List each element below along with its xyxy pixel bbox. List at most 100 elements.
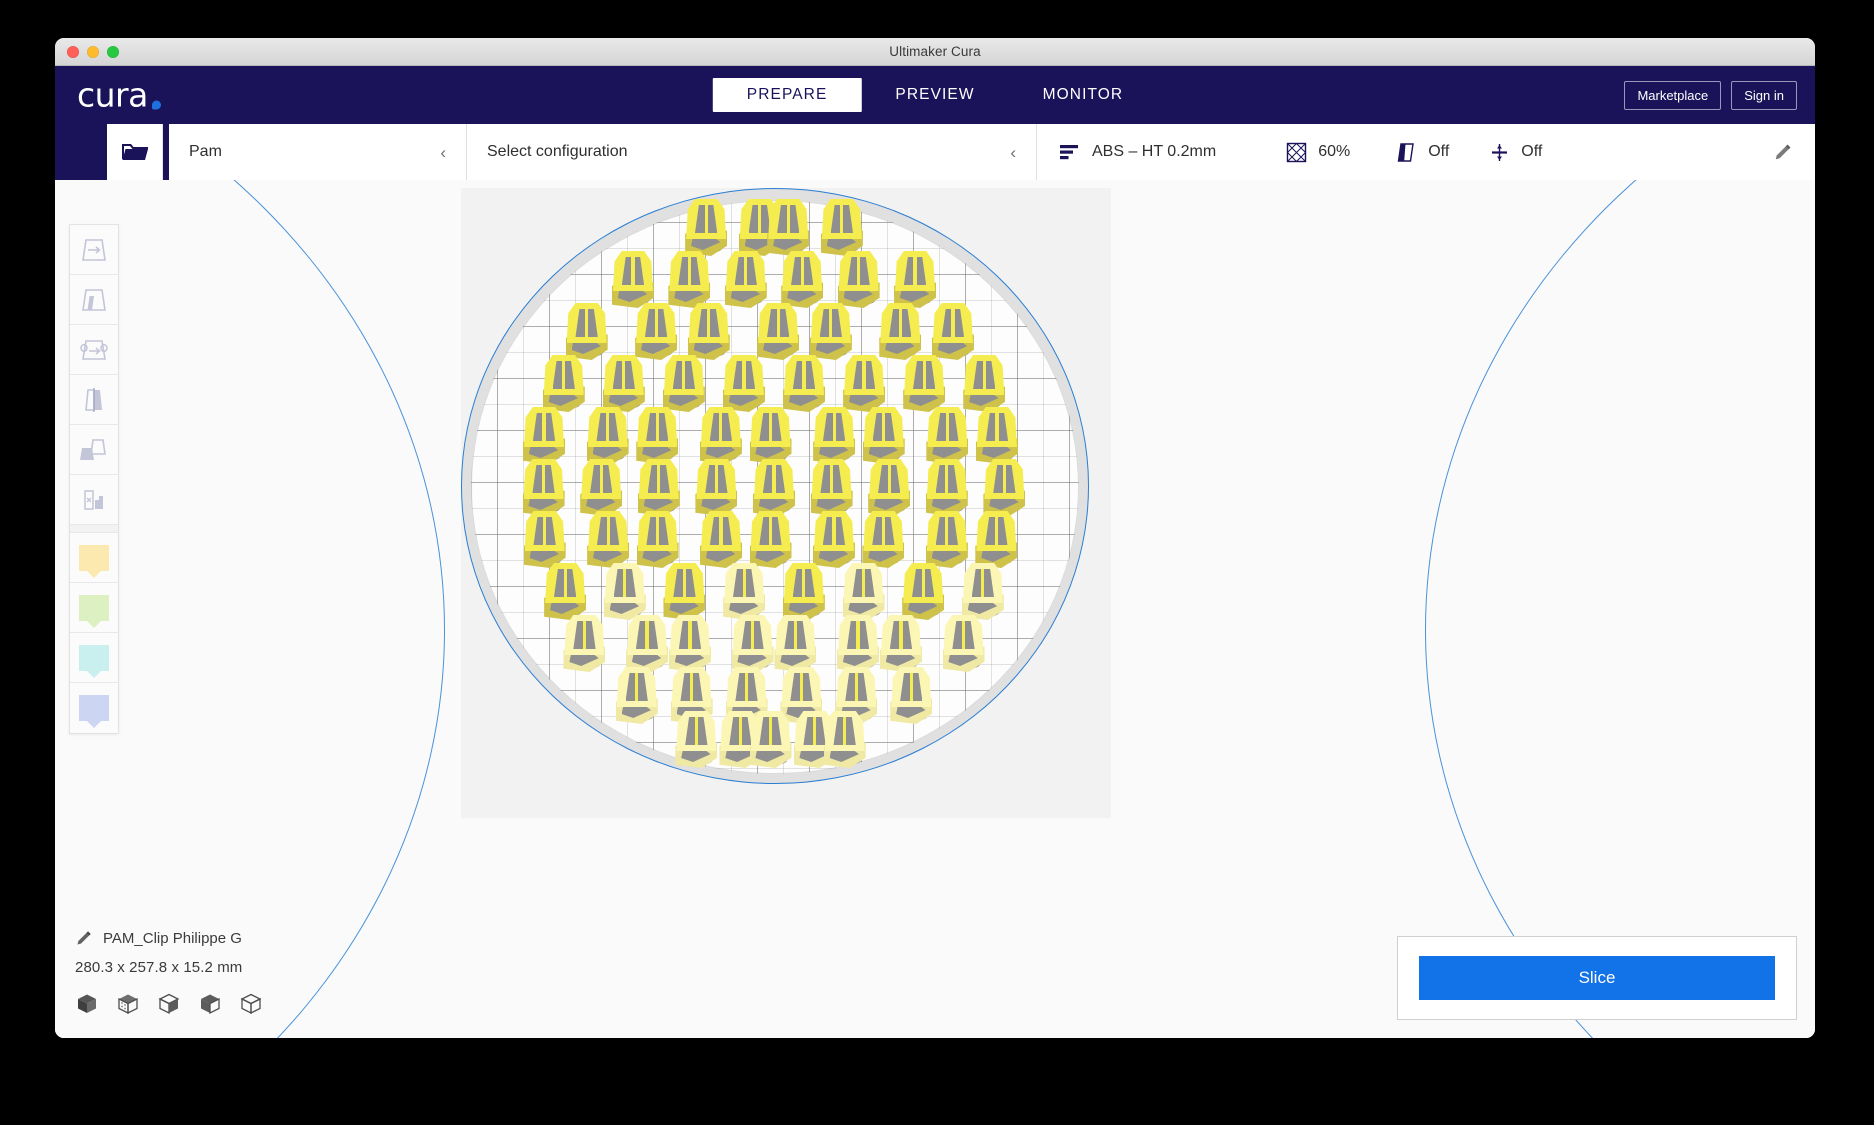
model-clip[interactable]	[837, 251, 883, 309]
model-clip[interactable]	[542, 355, 588, 413]
model-clip[interactable]	[522, 459, 568, 517]
model-clip[interactable]	[674, 711, 720, 769]
tab-monitor[interactable]: MONITOR	[1009, 78, 1158, 112]
window-controls[interactable]	[67, 38, 119, 66]
printer-selector[interactable]: Pam ‹	[169, 124, 467, 180]
model-clip[interactable]	[961, 563, 1007, 621]
model-clip[interactable]	[925, 407, 971, 465]
maximize-window-button[interactable]	[107, 46, 119, 58]
model-clip[interactable]	[879, 615, 925, 673]
minimize-window-button[interactable]	[87, 46, 99, 58]
layer-view-button[interactable]	[157, 992, 181, 1016]
model-clip[interactable]	[602, 355, 648, 413]
model-clip[interactable]	[962, 355, 1008, 413]
model-clip[interactable]	[842, 355, 888, 413]
model-clip[interactable]	[749, 407, 795, 465]
support-setting[interactable]: Off	[1396, 142, 1449, 163]
close-window-button[interactable]	[67, 46, 79, 58]
model-clip[interactable]	[586, 511, 632, 569]
model-clip[interactable]	[722, 355, 768, 413]
open-file-button[interactable]	[107, 124, 163, 180]
model-clip[interactable]	[579, 459, 625, 517]
model-clip[interactable]	[634, 303, 680, 361]
model-clip[interactable]	[925, 511, 971, 569]
model-clip[interactable]	[942, 615, 988, 673]
model-clip[interactable]	[931, 303, 977, 361]
model-clip[interactable]	[889, 667, 935, 725]
model-clip[interactable]	[782, 563, 828, 621]
model-clip[interactable]	[749, 511, 795, 569]
model-clip[interactable]	[878, 303, 924, 361]
tab-preview[interactable]: PREVIEW	[861, 78, 1008, 112]
3d-viewport[interactable]	[55, 180, 1815, 1038]
model-clip[interactable]	[668, 615, 714, 673]
model-clip[interactable]	[637, 459, 683, 517]
model-clip[interactable]	[893, 251, 939, 309]
extruder-badge-4[interactable]: 4	[70, 683, 118, 733]
configuration-selector[interactable]: Select configuration ‹	[467, 124, 1037, 180]
model-clip[interactable]	[625, 615, 671, 673]
extruder-badge-2[interactable]: 2	[70, 583, 118, 633]
model-clip[interactable]	[756, 303, 802, 361]
model-clip[interactable]	[636, 511, 682, 569]
extruder-badge-3[interactable]: 3	[70, 633, 118, 683]
model-clip[interactable]	[687, 303, 733, 361]
model-clip[interactable]	[823, 711, 869, 769]
move-tool-button[interactable]	[70, 225, 118, 275]
model-clip[interactable]	[861, 511, 907, 569]
model-clip[interactable]	[809, 303, 855, 361]
extruder-badge-1[interactable]: 1	[70, 533, 118, 583]
model-clip[interactable]	[694, 459, 740, 517]
model-clip[interactable]	[586, 407, 632, 465]
mirror-tool-button[interactable]	[70, 375, 118, 425]
per-model-settings-tool-button[interactable]	[70, 425, 118, 475]
model-clip[interactable]	[731, 615, 777, 673]
model-clip[interactable]	[867, 459, 913, 517]
scale-tool-button[interactable]	[70, 275, 118, 325]
model-clip[interactable]	[699, 407, 745, 465]
model-clip[interactable]	[901, 563, 947, 621]
model-clip[interactable]	[749, 711, 795, 769]
print-settings-selector[interactable]: ABS – HT 0.2mm 60% Off	[1037, 124, 1815, 180]
support-blocker-tool-button[interactable]	[70, 475, 118, 525]
model-clip[interactable]	[982, 459, 1028, 517]
model-clip[interactable]	[925, 459, 971, 517]
sign-in-button[interactable]: Sign in	[1731, 81, 1797, 110]
object-name-row[interactable]: PAM_Clip Philippe G	[75, 929, 363, 947]
tab-prepare[interactable]: PREPARE	[713, 78, 862, 112]
profile-setting[interactable]: ABS – HT 0.2mm	[1059, 143, 1216, 161]
model-clip[interactable]	[615, 667, 661, 725]
slice-button[interactable]: Slice	[1419, 956, 1775, 1000]
adhesion-setting[interactable]: Off	[1489, 142, 1542, 163]
material-view-button[interactable]	[198, 992, 222, 1016]
model-clip[interactable]	[562, 615, 608, 673]
model-clip[interactable]	[611, 251, 657, 309]
rotate-tool-button[interactable]	[70, 325, 118, 375]
model-clip[interactable]	[975, 407, 1021, 465]
model-clip[interactable]	[812, 407, 858, 465]
model-clip[interactable]	[684, 199, 730, 257]
model-clip[interactable]	[752, 459, 798, 517]
model-clip[interactable]	[724, 251, 770, 309]
model-clip[interactable]	[842, 563, 888, 621]
model-clip[interactable]	[635, 407, 681, 465]
model-clip[interactable]	[836, 615, 882, 673]
model-clip[interactable]	[766, 199, 812, 257]
infill-setting[interactable]: 60%	[1286, 142, 1350, 163]
model-clip[interactable]	[522, 407, 568, 465]
model-clip[interactable]	[523, 511, 569, 569]
model-clip[interactable]	[862, 407, 908, 465]
model-clip[interactable]	[543, 563, 589, 621]
wireframe-view-button[interactable]	[239, 992, 263, 1016]
xray-view-button[interactable]	[116, 992, 140, 1016]
solid-view-button[interactable]	[75, 992, 99, 1016]
model-clip[interactable]	[662, 355, 708, 413]
model-clip[interactable]	[974, 511, 1020, 569]
model-clip[interactable]	[810, 459, 856, 517]
model-clip[interactable]	[820, 199, 866, 257]
model-clip[interactable]	[782, 355, 828, 413]
model-clip[interactable]	[565, 303, 611, 361]
model-clip[interactable]	[773, 615, 819, 673]
model-clip[interactable]	[667, 251, 713, 309]
model-clip[interactable]	[812, 511, 858, 569]
